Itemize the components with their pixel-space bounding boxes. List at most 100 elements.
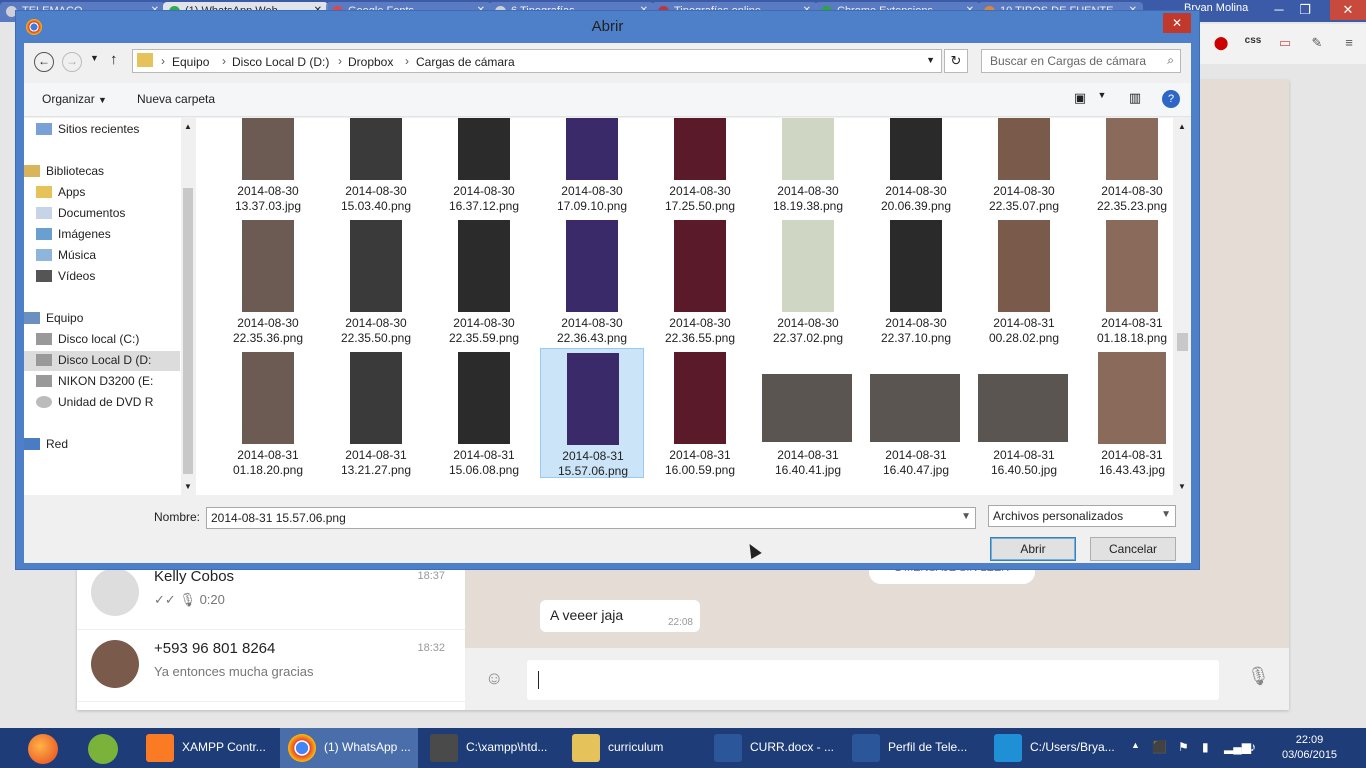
search-input[interactable]: Buscar en Cargas de cámara ⌕ (981, 49, 1181, 73)
eyedropper-icon[interactable]: ✎ (1306, 35, 1328, 55)
file-item[interactable]: 2014-08-31 16.00.59.png (648, 348, 752, 478)
nav-item-recent[interactable]: Sitios recientes (36, 122, 178, 136)
chevron-down-icon[interactable]: ▼ (961, 511, 971, 522)
preview-pane-icon[interactable]: ▥ (1126, 90, 1144, 108)
scroll-down-icon[interactable]: ▼ (184, 482, 192, 491)
taskbar-app[interactable]: C:/Users/Brya... (986, 728, 1124, 768)
nav-item-music[interactable]: Música (36, 248, 178, 262)
back-icon[interactable]: ← (34, 52, 54, 72)
nav-item-computer[interactable]: Equipo (24, 311, 166, 325)
nav-item-videos[interactable]: Vídeos (36, 269, 178, 283)
file-name-field[interactable]: 2014-08-31 15.57.06.png ▼ (206, 507, 976, 529)
file-item[interactable]: 2014-08-30 22.36.43.png (540, 216, 644, 346)
file-item[interactable]: 2014-08-30 15.03.40.png (324, 118, 428, 214)
file-item[interactable]: 2014-08-30 22.35.07.png (972, 118, 1076, 214)
taskbar-app[interactable]: XAMPP Contr... (138, 728, 276, 768)
breadcrumb-item[interactable]: Dropbox (348, 55, 393, 69)
chevron-down-icon[interactable]: ▼ (1093, 90, 1111, 108)
adblock-icon[interactable]: ⬤ (1210, 35, 1232, 55)
nav-item-drive-c[interactable]: Disco local (C:) (36, 332, 178, 346)
file-item[interactable]: 2014-08-31 15.06.08.png (432, 348, 536, 478)
scroll-thumb[interactable] (183, 188, 193, 474)
file-item[interactable]: 2014-08-30 22.35.59.png (432, 216, 536, 346)
file-item[interactable]: 2014-08-31 00.28.02.png (972, 216, 1076, 346)
close-dialog-icon[interactable]: ✕ (1163, 13, 1191, 33)
nav-item-documents[interactable]: Documentos (36, 206, 178, 220)
microphone-icon[interactable]: 🎙 (1247, 666, 1270, 687)
address-bar[interactable]: › Equipo › Disco Local D (D:) › Dropbox … (132, 49, 942, 73)
search-icon[interactable]: ⌕ (1167, 53, 1174, 68)
file-item[interactable]: 2014-08-30 22.37.10.png (864, 216, 968, 346)
xampp-tray-icon[interactable]: ⬛ (1152, 740, 1167, 754)
battery-icon[interactable]: ▮ (1202, 740, 1209, 754)
nav-item-network[interactable]: Red (24, 437, 166, 451)
breadcrumb-item[interactable]: Disco Local D (D:) (232, 55, 329, 69)
file-scrollbar[interactable]: ▲ ▼ (1174, 118, 1191, 495)
tray-chevron-icon[interactable]: ▲ (1131, 740, 1140, 750)
taskbar-app-active[interactable]: (1) WhatsApp ... (280, 728, 418, 768)
chevron-down-icon[interactable]: ▼ (926, 55, 935, 65)
firefox-icon[interactable] (28, 734, 58, 764)
file-type-select[interactable]: Archivos personalizados ▼ (988, 505, 1176, 527)
view-options-icon[interactable]: ▣ (1071, 90, 1089, 108)
recent-locations-icon[interactable]: ▼ (90, 53, 99, 63)
file-item[interactable]: 2014-08-30 22.35.50.png (324, 216, 428, 346)
css-extension-icon[interactable]: css (1242, 35, 1264, 55)
file-item[interactable]: 2014-08-31 13.21.27.png (324, 348, 428, 478)
file-item-selected[interactable]: 2014-08-31 15.57.06.png (540, 348, 644, 478)
message-input[interactable] (527, 660, 1219, 700)
chrome-menu-icon[interactable]: ≡ (1338, 35, 1360, 55)
chat-list-item[interactable]: +593 96 801 8264 18:32 Ya entonces mucha… (77, 630, 465, 702)
file-item[interactable]: 2014-08-30 18.19.38.png (756, 118, 860, 214)
file-item[interactable]: 2014-08-31 01.18.20.png (216, 348, 320, 478)
network-tray-icon[interactable]: ▂▄▆ (1224, 740, 1251, 754)
file-item[interactable]: 2014-08-30 22.35.23.png (1080, 118, 1173, 214)
cancel-button[interactable]: Cancelar (1090, 537, 1176, 561)
file-item[interactable]: 2014-08-30 22.35.36.png (216, 216, 320, 346)
nav-scrollbar[interactable]: ▲ ▼ (181, 118, 195, 495)
organize-button[interactable]: Organizar ▼ (42, 92, 107, 106)
file-item[interactable]: 2014-08-30 17.25.50.png (648, 118, 752, 214)
file-item[interactable]: 2014-08-31 16.43.43.jpg (1080, 348, 1173, 478)
breadcrumb-item[interactable]: Cargas de cámara (416, 55, 515, 69)
emoji-icon[interactable]: ☺ (485, 668, 503, 689)
note-extension-icon[interactable]: ▭ (1274, 35, 1296, 55)
file-item[interactable]: 2014-08-30 13.37.03.jpg (216, 118, 320, 214)
volume-icon[interactable]: ♪ (1250, 740, 1256, 754)
close-window-icon[interactable]: ✕ (1330, 0, 1366, 20)
minimize-icon[interactable]: ─ (1266, 0, 1292, 20)
open-button[interactable]: Abrir (990, 537, 1076, 561)
taskbar-app[interactable]: CURR.docx - ... (706, 728, 844, 768)
system-clock[interactable]: 22:09 03/06/2015 (1282, 733, 1337, 763)
nav-item-libraries[interactable]: Bibliotecas (24, 164, 166, 178)
file-item[interactable]: 2014-08-30 16.37.12.png (432, 118, 536, 214)
app-pinned-icon[interactable] (88, 734, 118, 764)
file-item[interactable]: 2014-08-31 16.40.50.jpg (972, 348, 1076, 478)
file-item[interactable]: 2014-08-31 01.18.18.png (1080, 216, 1173, 346)
nav-item-drive-d[interactable]: Disco Local D (D: (24, 351, 180, 371)
nav-item-nikon[interactable]: NIKON D3200 (E: (36, 374, 178, 388)
new-folder-button[interactable]: Nueva carpeta (137, 92, 215, 106)
file-item[interactable]: 2014-08-30 20.06.39.png (864, 118, 968, 214)
forward-icon[interactable]: → (62, 52, 82, 72)
scroll-down-icon[interactable]: ▼ (1178, 482, 1186, 491)
scroll-up-icon[interactable]: ▲ (1178, 122, 1186, 131)
taskbar-app[interactable]: C:\xampp\htd... (422, 728, 560, 768)
nav-item-dvd[interactable]: Unidad de DVD R (36, 395, 178, 409)
taskbar-app[interactable]: curriculum (564, 728, 702, 768)
nav-item-apps[interactable]: Apps (36, 185, 178, 199)
scroll-thumb[interactable] (1177, 333, 1188, 351)
maximize-icon[interactable]: ❐ (1292, 0, 1318, 20)
nav-item-pictures[interactable]: Imágenes (36, 227, 178, 241)
help-icon[interactable]: ? (1162, 90, 1180, 108)
breadcrumb-item[interactable]: Equipo (172, 55, 209, 69)
up-icon[interactable]: ↑ (110, 51, 118, 68)
file-item[interactable]: 2014-08-31 16.40.41.jpg (756, 348, 860, 478)
file-item[interactable]: 2014-08-31 16.40.47.jpg (864, 348, 968, 478)
file-item[interactable]: 2014-08-30 22.36.55.png (648, 216, 752, 346)
file-item[interactable]: 2014-08-30 22.37.02.png (756, 216, 860, 346)
scroll-up-icon[interactable]: ▲ (184, 122, 192, 131)
flag-icon[interactable]: ⚑ (1178, 740, 1189, 754)
file-item[interactable]: 2014-08-30 17.09.10.png (540, 118, 644, 214)
taskbar-app[interactable]: Perfil de Tele... (844, 728, 982, 768)
